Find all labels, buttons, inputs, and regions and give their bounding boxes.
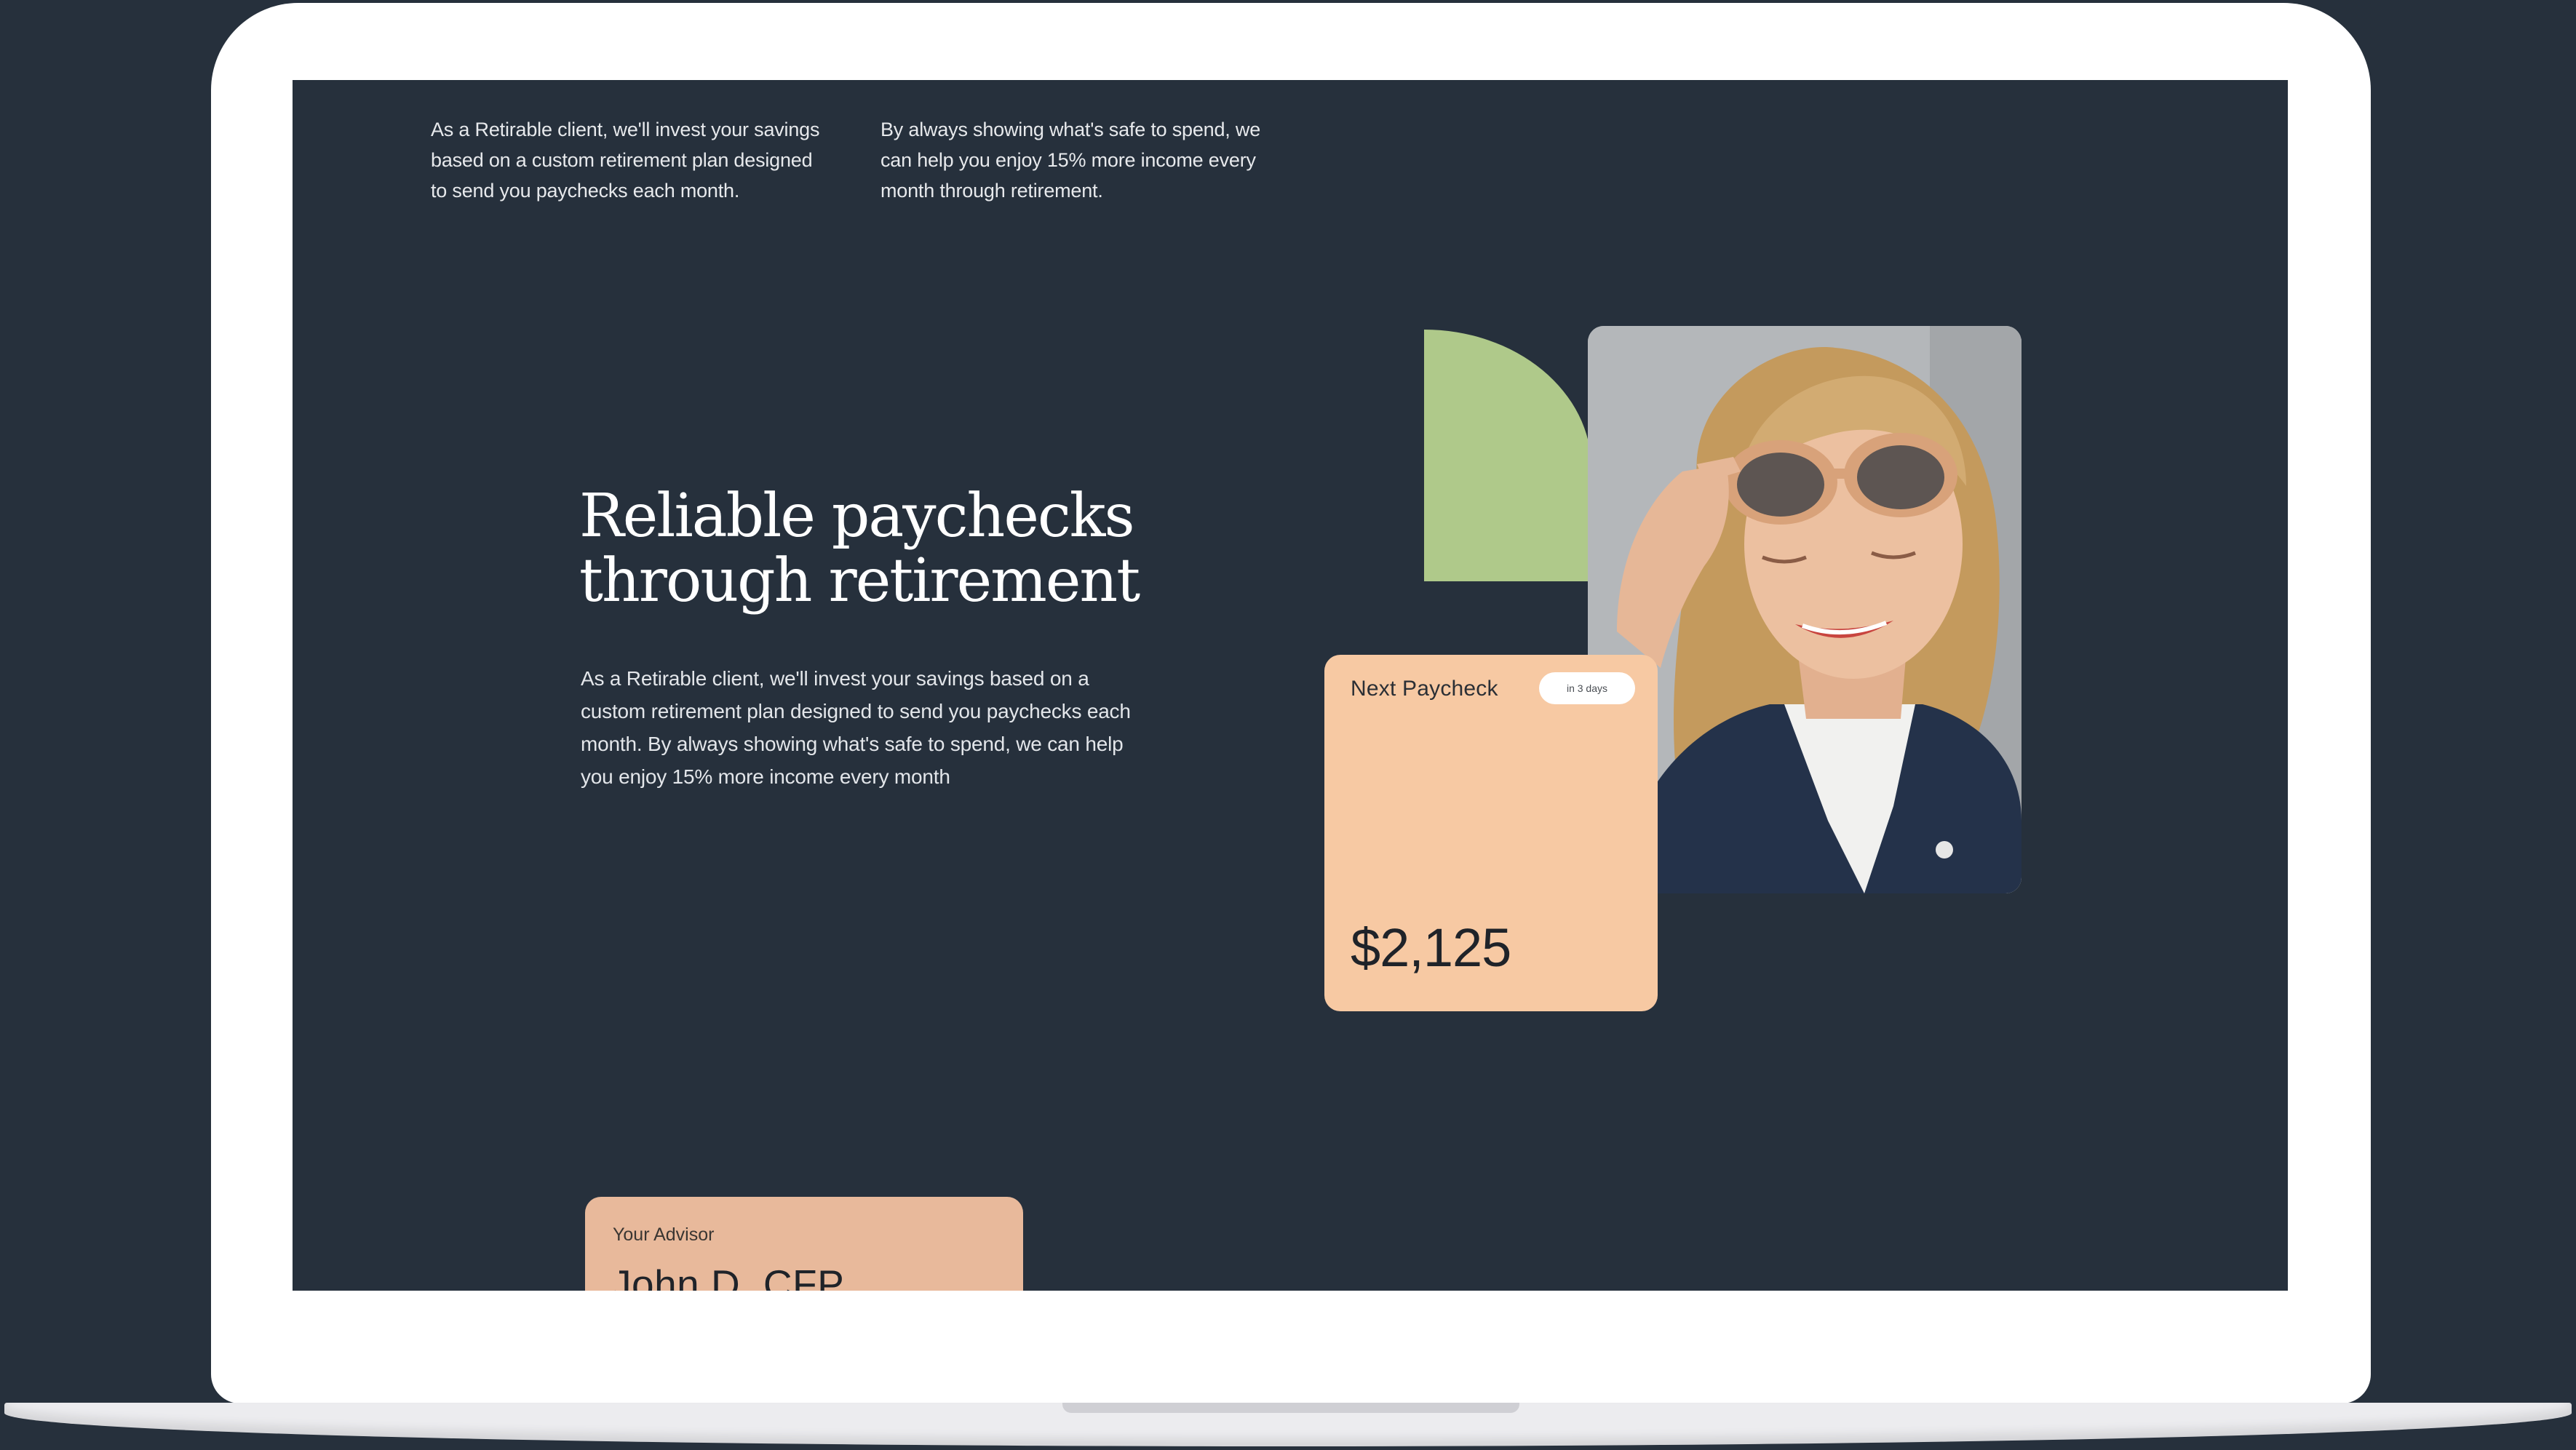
paycheck-amount: $2,125: [1351, 917, 1511, 978]
advisor-card: Your Advisor John D, CFP: [585, 1197, 1023, 1291]
hero-body-text: As a Retirable client, we'll invest your…: [581, 667, 1131, 788]
laptop-screen: As a Retirable client, we'll invest your…: [293, 80, 2288, 1291]
scene: As a Retirable client, we'll invest your…: [0, 0, 2576, 1450]
paycheck-timing-badge: in 3 days: [1539, 672, 1635, 704]
laptop-base-notch: [1062, 1403, 1519, 1413]
advisor-label: Your Advisor: [613, 1224, 715, 1245]
hero-headline: Reliable paychecks through retirement: [579, 482, 1140, 616]
intro-text-column-2: By always showing what's safe to spend, …: [880, 119, 1261, 202]
advisor-name: John D, CFP: [611, 1262, 845, 1291]
intro-text-column-1: As a Retirable client, we'll invest your…: [431, 119, 820, 202]
decorative-green-shape: [1424, 330, 1591, 581]
next-paycheck-card: Next Paycheck in 3 days $2,125: [1324, 655, 1658, 1011]
next-paycheck-title: Next Paycheck: [1351, 677, 1498, 701]
